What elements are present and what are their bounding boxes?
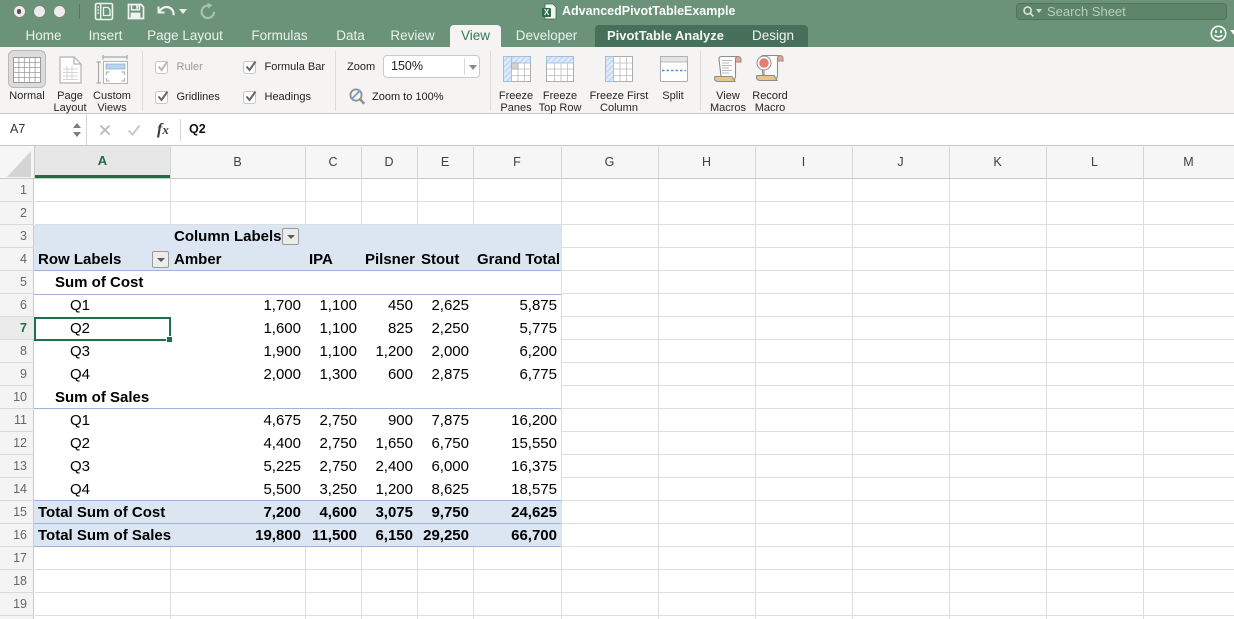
- svg-text:X: X: [544, 8, 550, 17]
